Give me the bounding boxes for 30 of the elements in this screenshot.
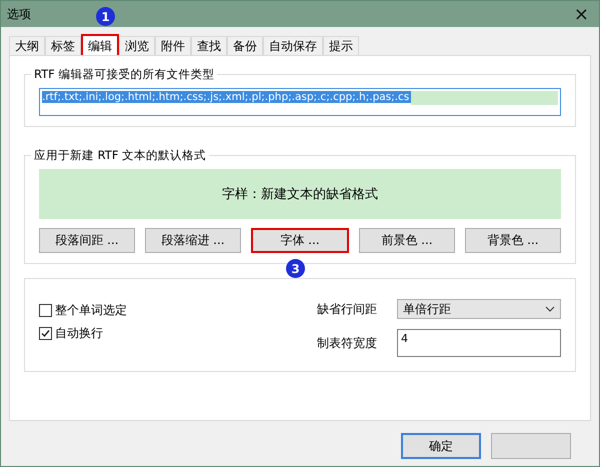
tab[interactable]: 提示 — [323, 36, 359, 55]
checkbox[interactable]: 自动换行 — [39, 325, 317, 342]
tab[interactable]: 附件 — [155, 36, 191, 55]
group-title: 应用于新建 RTF 文本的默认格式 — [31, 148, 210, 163]
format-button[interactable]: 字体 ... — [251, 228, 349, 253]
format-button[interactable]: 背景色 ... — [465, 228, 561, 253]
dialog-button[interactable]: 确定 — [401, 433, 481, 459]
file-types-field[interactable]: .rtf;.txt;.ini;.log;.html;.htm;.css;.js;.xml;.pl;.php;.asp;.c;.cpp;.h;.pas;.cs — [39, 88, 561, 116]
format-button[interactable]: 前景色 ... — [359, 228, 455, 253]
close-icon[interactable]: × — [574, 4, 589, 24]
line-spacing-dropdown[interactable]: 单倍行距 — [397, 299, 561, 319]
tab[interactable]: 备份 — [227, 36, 263, 55]
field-label: 制表符宽度 — [317, 334, 378, 352]
tab[interactable]: 编辑 — [81, 34, 119, 56]
tab[interactable]: 自动保存 — [263, 36, 323, 55]
group-title: RTF 编辑器可接受的所有文件类型 — [31, 67, 218, 82]
format-preview: 字样：新建文本的缺省格式 — [39, 169, 561, 219]
format-button[interactable]: 段落间距 ... — [39, 228, 135, 253]
tab-width-field[interactable]: 4 — [397, 329, 561, 357]
tab[interactable]: 标签 — [45, 36, 81, 55]
checkbox[interactable]: 整个单词选定 — [39, 302, 317, 319]
check-icon — [40, 328, 51, 339]
tab[interactable]: 查找 — [191, 36, 227, 55]
window-title: 选项 — [7, 6, 31, 22]
chevron-down-icon — [545, 306, 555, 312]
format-button[interactable]: 段落缩进 ... — [145, 228, 241, 253]
dialog-button[interactable] — [491, 433, 571, 459]
tab[interactable]: 浏览 — [119, 36, 155, 55]
tab[interactable]: 大纲 — [9, 36, 45, 55]
field-label: 缺省行间距 — [317, 300, 378, 318]
